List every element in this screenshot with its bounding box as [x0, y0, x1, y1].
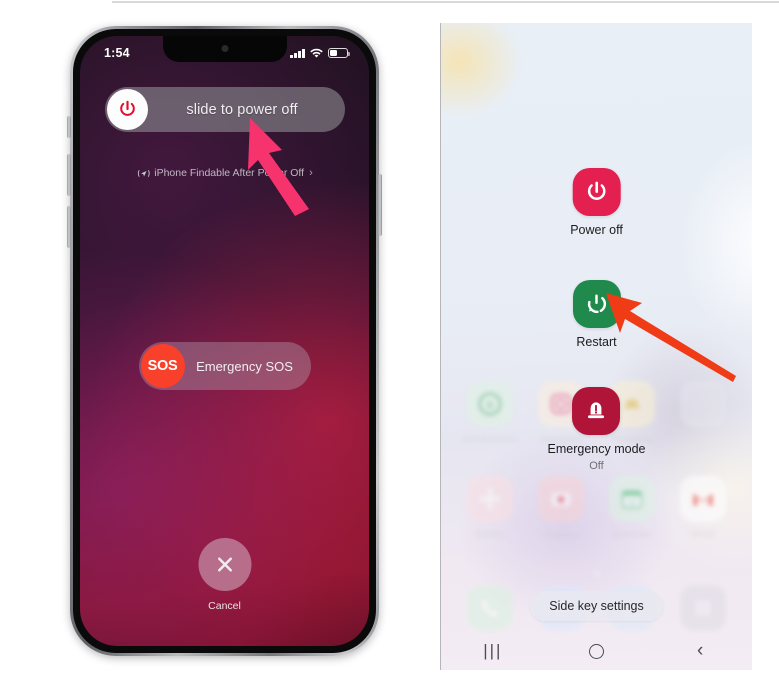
recents-icon: ||| [483, 641, 503, 660]
dock-cell[interactable] [674, 585, 732, 636]
app-label: Gmail [690, 527, 716, 538]
cancel-button[interactable] [198, 538, 251, 591]
camera-icon [538, 476, 585, 522]
status-bar: 1:54 [80, 36, 369, 66]
calendar-icon: 12 [608, 476, 655, 522]
power-off-label: Power off [570, 223, 623, 237]
emergency-mode-status: Off [589, 460, 604, 472]
red-pointer-arrow [606, 293, 736, 382]
app-label: Camera [544, 527, 579, 538]
top-divider [112, 1, 779, 3]
app-row-2: Gallery Camera 12 Calendar Gmail [441, 476, 752, 538]
home-circle-icon [588, 643, 604, 659]
dock-cell[interactable] [461, 585, 519, 636]
phone-icon [467, 585, 514, 631]
cancel-control[interactable]: Cancel [198, 538, 251, 612]
side-key-settings-button[interactable]: Side key settings [529, 591, 664, 621]
app-drawer-icon [679, 585, 726, 631]
app-cell[interactable]: B WA Business [461, 381, 519, 443]
emergency-sos-label: Emergency SOS [196, 358, 293, 374]
status-indicators [290, 48, 350, 59]
iphone-bezel: 1:54 slide to power off iPhone Findable … [73, 29, 376, 653]
findable-location-icon [137, 169, 150, 177]
gallery-icon [467, 476, 514, 522]
page-indicator-dot [594, 572, 599, 576]
side-power-button[interactable] [378, 174, 382, 236]
emergency-sos-slider[interactable]: SOS Emergency SOS [138, 342, 311, 390]
sos-slider-knob[interactable]: SOS [140, 344, 185, 388]
cellular-bars-icon [290, 48, 305, 58]
app-icon [679, 381, 726, 427]
home-button[interactable] [571, 636, 621, 666]
power-icon [119, 100, 135, 116]
app-cell[interactable]: 12 Calendar [603, 476, 661, 538]
status-time: 1:54 [104, 46, 130, 60]
app-cell[interactable]: Camera [532, 476, 590, 538]
app-label: WA Business [462, 432, 519, 443]
whatsapp-business-icon: B [467, 381, 514, 427]
iphone-device-frame: 1:54 slide to power off iPhone Findable … [67, 26, 382, 656]
emergency-mode-button[interactable] [572, 387, 621, 435]
android-navigation-bar: ||| ‹ [441, 632, 752, 670]
power-icon [587, 181, 606, 200]
recents-button[interactable]: ||| [468, 636, 518, 666]
wifi-icon [310, 48, 323, 58]
volume-up-button[interactable] [67, 154, 71, 196]
app-label: Calendar [612, 527, 652, 538]
app-cell[interactable]: Gallery [461, 476, 519, 538]
svg-text:B: B [487, 400, 494, 411]
battery-icon [328, 48, 350, 58]
svg-text:12: 12 [627, 496, 637, 506]
pink-pointer-arrow [248, 118, 309, 216]
close-x-icon [217, 557, 232, 572]
volume-down-button[interactable] [67, 206, 71, 248]
back-chevron-icon: ‹ [696, 640, 704, 661]
iphone-screen: 1:54 slide to power off iPhone Findable … [80, 36, 369, 646]
app-label: Gallery [475, 527, 506, 538]
power-off-button[interactable] [572, 168, 621, 216]
mute-switch[interactable] [67, 116, 71, 138]
power-off-option[interactable]: Power off [570, 168, 623, 237]
screenshot-root: 1:54 slide to power off iPhone Findable … [0, 0, 779, 679]
cancel-label: Cancel [208, 600, 241, 612]
gmail-icon [679, 476, 726, 522]
emergency-mode-label: Emergency mode [547, 442, 646, 456]
emergency-mode-option[interactable]: Emergency mode Off [547, 387, 646, 472]
power-slider-knob[interactable] [106, 89, 148, 130]
app-cell[interactable] [674, 381, 732, 443]
back-button[interactable]: ‹ [675, 636, 725, 666]
app-cell[interactable]: Gmail [674, 476, 732, 538]
emergency-siren-icon [588, 402, 605, 419]
